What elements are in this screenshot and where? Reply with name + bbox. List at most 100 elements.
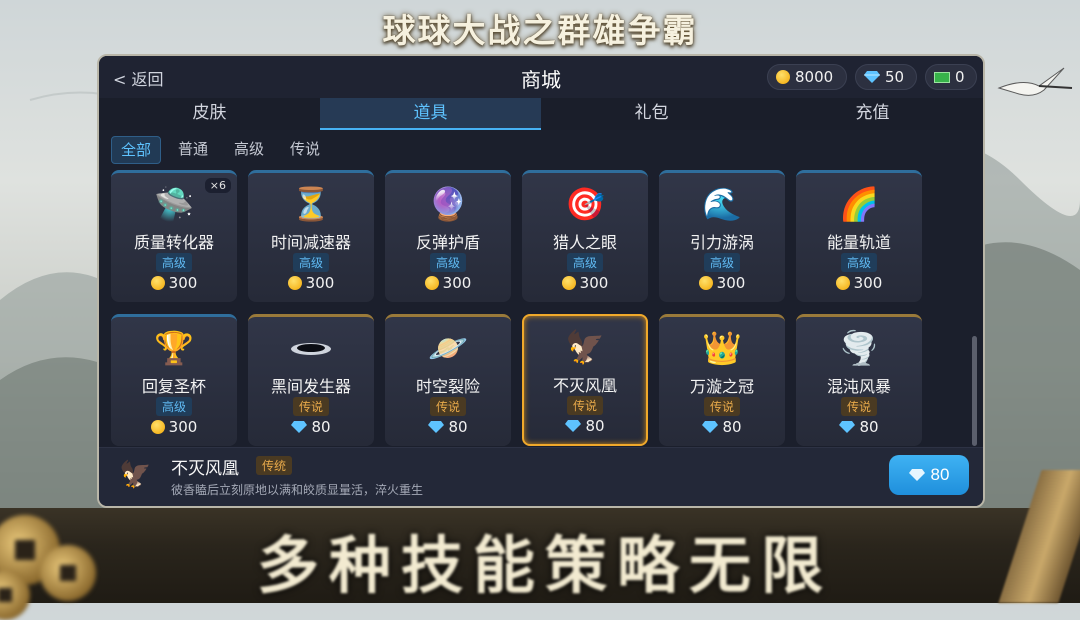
page-title: 商城: [521, 68, 561, 92]
item-card[interactable]: 🏆 回复圣杯 高级 300: [111, 314, 237, 446]
item-price: 300: [522, 274, 648, 292]
item-tier: 高级: [155, 397, 193, 416]
item-tier: 高级: [840, 253, 878, 272]
gold-coin-icon: [287, 276, 302, 290]
item-tier: 传说: [703, 397, 741, 416]
eagle-icon: 🦅: [119, 460, 152, 490]
diamond-icon: [565, 420, 582, 432]
item-price: 80: [659, 418, 785, 436]
cash-amount: 0: [955, 68, 965, 86]
planet-icon: 🪐: [428, 329, 468, 367]
selected-item-tier: 传统: [256, 456, 293, 475]
price-value: 80: [585, 417, 605, 435]
item-name: 质量转化器: [133, 233, 214, 252]
item-card[interactable]: 黑间发生器 传说 80: [248, 314, 374, 446]
black-hole-icon: [248, 329, 374, 367]
banner-slogan: 多种技能策略无限: [256, 529, 833, 602]
item-card[interactable]: 🌊 引力游涡 高级 300: [659, 170, 785, 302]
item-card[interactable]: ⏳ 时间减速器 高级 300: [248, 170, 374, 302]
item-price: 80: [524, 417, 646, 435]
item-tier: 传说: [429, 397, 467, 416]
price-value: 300: [716, 274, 746, 292]
rainbow-icon: 🌈: [839, 185, 879, 223]
price-value: 300: [442, 274, 472, 292]
item-card[interactable]: 🪐 时空裂险 传说 80: [385, 314, 511, 446]
diamond-amount: 50: [885, 68, 905, 86]
trophy-icon: 🏆: [154, 329, 194, 367]
gold-balance[interactable]: 8000: [767, 64, 847, 90]
diamond-balance[interactable]: 50: [855, 64, 917, 90]
tab-skins[interactable]: 皮肤: [99, 98, 320, 130]
crystal-ball-icon: 🔮: [428, 185, 468, 223]
price-value: 80: [448, 418, 468, 436]
filter-legendary[interactable]: 传说: [281, 136, 329, 162]
cash-balance[interactable]: 0: [925, 64, 977, 90]
tab-recharge[interactable]: 充值: [762, 98, 983, 130]
buy-price: 80: [930, 465, 950, 484]
shop-header: < 返回 商城 8000 50 0: [99, 56, 983, 98]
gold-coin-icon: [424, 276, 439, 290]
item-name: 万漩之冠: [689, 377, 754, 396]
item-card[interactable]: 🔮 反弹护盾 高级 300: [385, 170, 511, 302]
banner-title: 球球大战之群雄争霸: [382, 11, 698, 50]
item-name: 混沌风暴: [826, 377, 891, 396]
item-grid: ×6 🛸 质量转化器 高级 300 ⏳ 时间减速器 高级 300 🔮 反弹护盾 …: [111, 170, 931, 448]
diamond-icon: [864, 71, 880, 83]
rarity-filters: 全部 普通 高级 传说: [111, 136, 329, 164]
item-card-selected[interactable]: 🦅 不灭风凰 传说 80: [522, 314, 648, 446]
selected-item-bar: 🦅 不灭风凰 传统 彼香瞌后立刻原地以满和皎质显量活，淬火重生 80: [99, 447, 983, 506]
shop-tabs: 皮肤 道具 礼包 充值: [99, 98, 983, 130]
item-name: 引力游涡: [689, 233, 754, 252]
price-value: 80: [859, 418, 879, 436]
item-name: 时间减速器: [270, 233, 351, 252]
diamond-icon: [908, 469, 925, 481]
price-value: 300: [305, 274, 335, 292]
item-price: 300: [111, 418, 237, 436]
buy-button[interactable]: 80: [889, 455, 969, 495]
grid-scrollbar[interactable]: [972, 336, 977, 446]
item-price: 300: [796, 274, 922, 292]
tornado-icon: 🌪️: [839, 329, 879, 367]
item-tier: 高级: [566, 253, 604, 272]
gold-coin-icon: [776, 70, 790, 84]
tab-items[interactable]: 道具: [320, 98, 541, 130]
item-name: 反弹护盾: [415, 233, 480, 252]
item-card[interactable]: 👑 万漩之冠 传说 80: [659, 314, 785, 446]
selected-item-description: 彼香瞌后立刻原地以满和皎质显量活，淬火重生: [171, 483, 424, 497]
price-value: 300: [168, 418, 198, 436]
ufo-icon: 🛸: [154, 185, 194, 223]
filter-all[interactable]: 全部: [111, 136, 162, 164]
tab-gift-packs[interactable]: 礼包: [541, 98, 762, 130]
item-price: 300: [385, 274, 511, 292]
item-card[interactable]: 🌪️ 混沌风暴 传说 80: [796, 314, 922, 446]
shop-panel: < 返回 商城 8000 50 0 皮肤 道具 礼包 充值 全部 普通 高级 传…: [97, 54, 985, 508]
wave-icon: 🌊: [702, 185, 742, 223]
diamond-icon: [291, 421, 308, 433]
filter-advanced[interactable]: 高级: [225, 136, 273, 162]
diamond-icon: [702, 421, 719, 433]
item-name: 黑间发生器: [270, 377, 351, 396]
diamond-icon: [839, 421, 856, 433]
gold-coin-icon: [150, 420, 165, 434]
item-tier: 传说: [566, 396, 604, 415]
item-card[interactable]: 🌈 能量轨道 高级 300: [796, 170, 922, 302]
gold-coin-icon: [698, 276, 713, 290]
item-price: 300: [248, 274, 374, 292]
price-value: 300: [168, 274, 198, 292]
item-tier: 传说: [292, 397, 330, 416]
crane-icon: [997, 67, 1073, 96]
item-tier: 高级: [292, 253, 330, 272]
item-card[interactable]: 🎯 猎人之眼 高级 300: [522, 170, 648, 302]
item-name: 回复圣杯: [141, 377, 206, 396]
crown-icon: 👑: [702, 329, 742, 367]
coin-decoration: [40, 545, 96, 601]
item-price: 80: [248, 418, 374, 436]
item-name: 不灭风凰: [552, 376, 617, 395]
diamond-icon: [428, 421, 445, 433]
price-value: 80: [311, 418, 331, 436]
item-card[interactable]: ×6 🛸 质量转化器 高级 300: [111, 170, 237, 302]
gold-coin-icon: [150, 276, 165, 290]
filter-normal[interactable]: 普通: [169, 136, 217, 162]
item-name: 猎人之眼: [552, 233, 617, 252]
gold-coin-icon: [561, 276, 576, 290]
